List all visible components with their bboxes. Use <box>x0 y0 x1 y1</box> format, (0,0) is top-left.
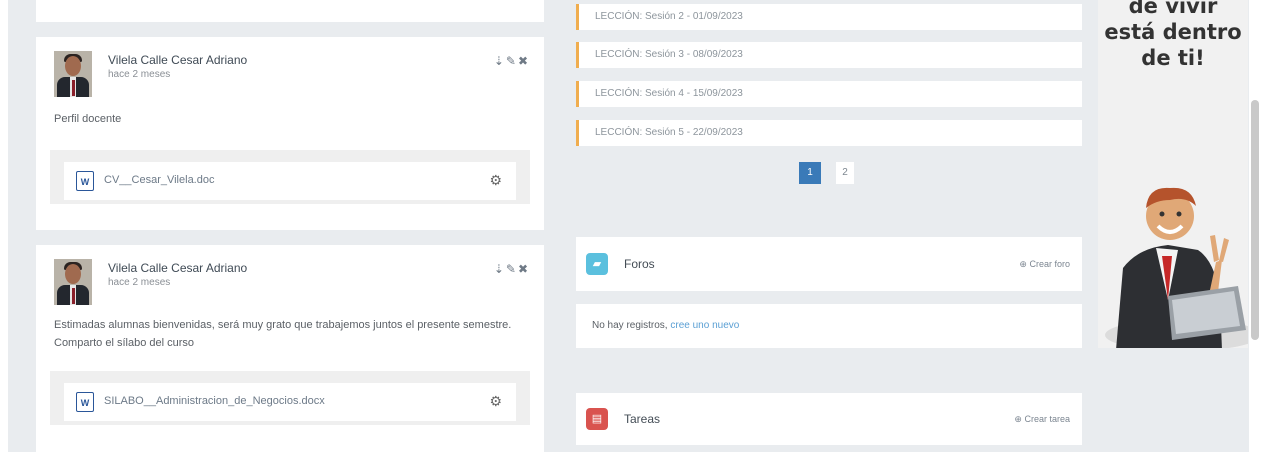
tareas-title: Tareas <box>624 412 661 426</box>
foros-panel-header: ▰ Foros ⊕ Crear foro <box>576 237 1082 291</box>
close-icon[interactable]: ✖ <box>518 54 530 68</box>
create-tarea-label[interactable]: Crear tarea <box>1024 414 1070 424</box>
lesson-item[interactable]: LECCIÓN: Sesión 2 - 01/09/2023 <box>576 4 1082 30</box>
post-text: Estimadas alumnas bienvenidas, será muy … <box>54 319 512 349</box>
page-button-1[interactable]: 1 <box>799 162 821 184</box>
foros-empty-row: No hay registros, cree uno nuevo <box>576 304 1082 348</box>
tasks-icon: ▤ <box>586 408 608 430</box>
plus-circle-icon: ⊕ <box>1019 259 1027 269</box>
post-author: Vilela Calle Cesar Adriano <box>108 53 248 67</box>
avatar <box>54 51 92 97</box>
plus-circle-icon: ⊕ <box>1014 414 1022 424</box>
post-card: Vilela Calle Cesar Adriano hace 2 meses … <box>36 245 544 452</box>
foros-title: Foros <box>624 257 655 271</box>
avatar <box>54 259 92 305</box>
post-time: hace 2 meses <box>108 69 171 80</box>
pin-icon[interactable]: ⇣ <box>494 262 506 276</box>
page-scrollbar[interactable] <box>1251 100 1259 340</box>
motivational-ad[interactable]: de vivir está dentro de ti! <box>1098 0 1248 348</box>
lesson-item[interactable]: LECCIÓN: Sesión 5 - 22/09/2023 <box>576 120 1082 146</box>
create-tarea-link[interactable]: ⊕ Crear tarea <box>1014 414 1070 425</box>
post-text: Perfil docente <box>54 113 122 125</box>
page-button-2[interactable]: 2 <box>836 162 854 184</box>
attachment-item[interactable]: W SILABO__Administracion_de_Negocios.doc… <box>64 383 516 421</box>
empty-text: No hay registros, <box>592 320 671 331</box>
attachment-filename[interactable]: SILABO__Administracion_de_Negocios.docx <box>104 395 325 407</box>
post-card: Vilela Calle Cesar Adriano hace 2 meses … <box>36 37 544 230</box>
pencil-icon[interactable]: ✎ <box>506 262 518 276</box>
create-foro-label[interactable]: Crear foro <box>1029 259 1070 269</box>
close-icon[interactable]: ✖ <box>518 262 530 276</box>
attachment-area: W SILABO__Administracion_de_Negocios.doc… <box>50 371 530 425</box>
previous-post-card <box>36 0 544 22</box>
pin-icon[interactable]: ⇣ <box>494 54 506 68</box>
word-doc-icon: W <box>76 392 94 412</box>
pencil-icon[interactable]: ✎ <box>506 54 518 68</box>
attachment-filename[interactable]: CV__Cesar_Vilela.doc <box>104 174 214 186</box>
lesson-item[interactable]: LECCIÓN: Sesión 3 - 08/09/2023 <box>576 42 1082 68</box>
attachment-area: W CV__Cesar_Vilela.doc ⚙ <box>50 150 530 204</box>
businessman-illustration <box>1105 187 1248 348</box>
gear-icon[interactable]: ⚙ <box>489 393 502 410</box>
create-foro-link[interactable]: ⊕ Crear foro <box>1019 259 1070 270</box>
word-doc-icon: W <box>76 171 94 191</box>
create-new-link[interactable]: cree uno nuevo <box>670 320 739 331</box>
post-time: hace 2 meses <box>108 277 171 288</box>
window-edge-left <box>0 0 8 452</box>
post-actions: ⇣✎✖ <box>494 54 530 68</box>
attachment-item[interactable]: W CV__Cesar_Vilela.doc ⚙ <box>64 162 516 200</box>
gear-icon[interactable]: ⚙ <box>489 172 502 189</box>
post-actions: ⇣✎✖ <box>494 262 530 276</box>
chat-icon: ▰ <box>586 253 608 275</box>
tareas-panel-header: ▤ Tareas ⊕ Crear tarea <box>576 393 1082 445</box>
post-author: Vilela Calle Cesar Adriano <box>108 261 248 275</box>
lesson-item[interactable]: LECCIÓN: Sesión 4 - 15/09/2023 <box>576 81 1082 107</box>
